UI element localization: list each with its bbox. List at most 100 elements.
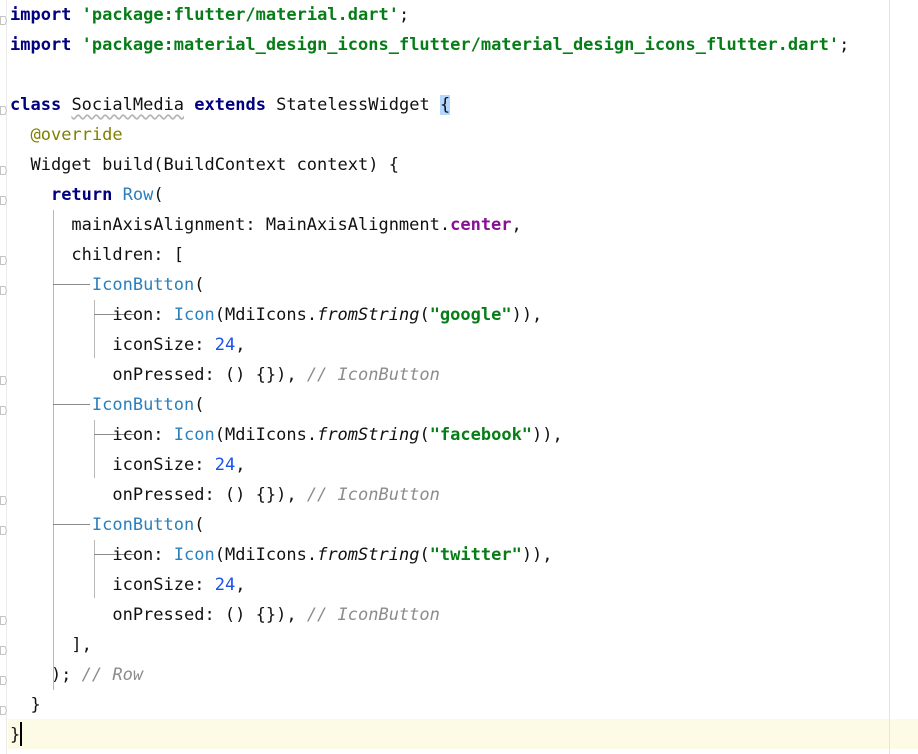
code-line[interactable]: @override: [10, 120, 122, 150]
code-token: )),: [532, 425, 563, 445]
code-token: "google": [429, 305, 512, 325]
code-token: fromString: [317, 425, 420, 445]
code-token: // IconButton: [306, 605, 440, 625]
code-line[interactable]: }: [10, 690, 41, 720]
fold-marker-icon[interactable]: [0, 250, 8, 265]
code-token: Row: [122, 185, 154, 205]
code-token: // IconButton: [306, 365, 440, 385]
code-token: icon:: [10, 305, 174, 325]
code-token: // IconButton: [306, 485, 440, 505]
code-line[interactable]: mainAxisAlignment: MainAxisAlignment.cen…: [10, 210, 521, 240]
code-line[interactable]: import 'package:flutter/material.dart';: [10, 0, 409, 30]
code-token: fromString: [317, 545, 420, 565]
code-token: return: [50, 185, 113, 205]
fold-marker-icon[interactable]: [0, 10, 8, 25]
code-token: {: [439, 95, 451, 115]
code-token: );: [10, 665, 82, 685]
code-token: }: [10, 695, 41, 715]
code-line[interactable]: ); // Row: [10, 660, 143, 690]
code-token: ;: [398, 5, 410, 25]
fold-marker-icon[interactable]: [0, 640, 8, 655]
code-line[interactable]: onPressed: () {}), // IconButton: [10, 600, 440, 630]
code-line[interactable]: class SocialMedia extends StatelessWidge…: [10, 90, 451, 120]
code-token: icon:: [10, 425, 174, 445]
code-line[interactable]: onPressed: () {}), // IconButton: [10, 360, 440, 390]
code-token: ,: [235, 335, 246, 355]
code-line[interactable]: IconButton(: [10, 510, 205, 540]
code-line[interactable]: IconButton(: [10, 390, 205, 420]
code-token: (MdiIcons.: [214, 545, 318, 565]
code-line[interactable]: import 'package:material_design_icons_fl…: [10, 30, 849, 60]
code-token: import: [10, 35, 72, 55]
code-line[interactable]: iconSize: 24,: [10, 450, 245, 480]
code-token: icon:: [10, 545, 174, 565]
code-editor[interactable]: import 'package:flutter/material.dart'; i…: [0, 0, 918, 754]
fold-marker-icon[interactable]: [0, 700, 8, 715]
code-token: children: [: [10, 245, 184, 265]
code-token: IconButton: [91, 275, 195, 295]
code-token: iconSize:: [10, 455, 215, 475]
fold-marker-icon[interactable]: [0, 490, 8, 505]
code-line[interactable]: children: [: [10, 240, 184, 270]
code-token: "facebook": [429, 425, 533, 445]
code-token: Icon: [173, 545, 215, 565]
fold-marker-icon[interactable]: [0, 190, 8, 205]
code-token: ],: [10, 635, 92, 655]
code-line[interactable]: iconSize: 24,: [10, 570, 245, 600]
code-token: import: [10, 5, 72, 25]
code-line[interactable]: Widget build(BuildContext context) {: [10, 150, 399, 180]
code-token: StatelessWidget: [265, 95, 440, 115]
code-token: (: [419, 545, 430, 565]
code-token: fromString: [317, 305, 420, 325]
code-token: center: [450, 215, 512, 235]
fold-marker-icon[interactable]: [0, 400, 8, 415]
code-token: ,: [235, 455, 246, 475]
code-token: (: [419, 425, 430, 445]
code-token: IconButton: [91, 395, 195, 415]
code-line[interactable]: icon: Icon(MdiIcons.fromString("google")…: [10, 300, 542, 330]
code-line[interactable]: return Row(: [10, 180, 164, 210]
code-line[interactable]: onPressed: () {}), // IconButton: [10, 480, 440, 510]
code-token: (: [153, 185, 164, 205]
fold-marker-icon[interactable]: [0, 610, 8, 625]
code-token: )),: [511, 305, 543, 325]
code-token: 24: [214, 575, 236, 595]
code-token: onPressed: () {}),: [10, 485, 307, 505]
code-token: extends: [194, 95, 266, 115]
code-token: Widget build(BuildContext context) {: [10, 155, 399, 175]
code-line[interactable]: iconSize: 24,: [10, 330, 245, 360]
fold-marker-icon[interactable]: [0, 280, 8, 295]
code-line[interactable]: IconButton(: [10, 270, 205, 300]
code-token: )),: [521, 545, 553, 565]
current-line-highlight: [8, 719, 918, 749]
code-token: 24: [214, 335, 236, 355]
fold-marker-icon[interactable]: [0, 670, 8, 685]
code-line[interactable]: }: [10, 720, 20, 750]
code-token: class: [10, 95, 62, 115]
code-token: onPressed: () {}),: [10, 605, 307, 625]
code-line[interactable]: icon: Icon(MdiIcons.fromString("twitter"…: [10, 540, 553, 570]
code-token: }: [10, 725, 21, 745]
fold-marker-icon[interactable]: [0, 520, 8, 535]
code-token: 'package:material_design_icons_flutter/m…: [81, 35, 840, 55]
code-line[interactable]: icon: Icon(MdiIcons.fromString("facebook…: [10, 420, 563, 450]
fold-marker-icon[interactable]: [0, 370, 8, 385]
text-caret: [20, 722, 22, 746]
code-token: Icon: [173, 425, 215, 445]
code-token: (MdiIcons.: [214, 425, 318, 445]
code-line[interactable]: ],: [10, 630, 92, 660]
fold-marker-icon[interactable]: [0, 160, 8, 175]
code-token: ;: [839, 35, 850, 55]
fold-marker-icon[interactable]: [0, 100, 8, 115]
code-token: 'package:flutter/material.dart': [81, 5, 399, 25]
code-token: (MdiIcons.: [214, 305, 318, 325]
right-margin-guide: [889, 0, 890, 754]
